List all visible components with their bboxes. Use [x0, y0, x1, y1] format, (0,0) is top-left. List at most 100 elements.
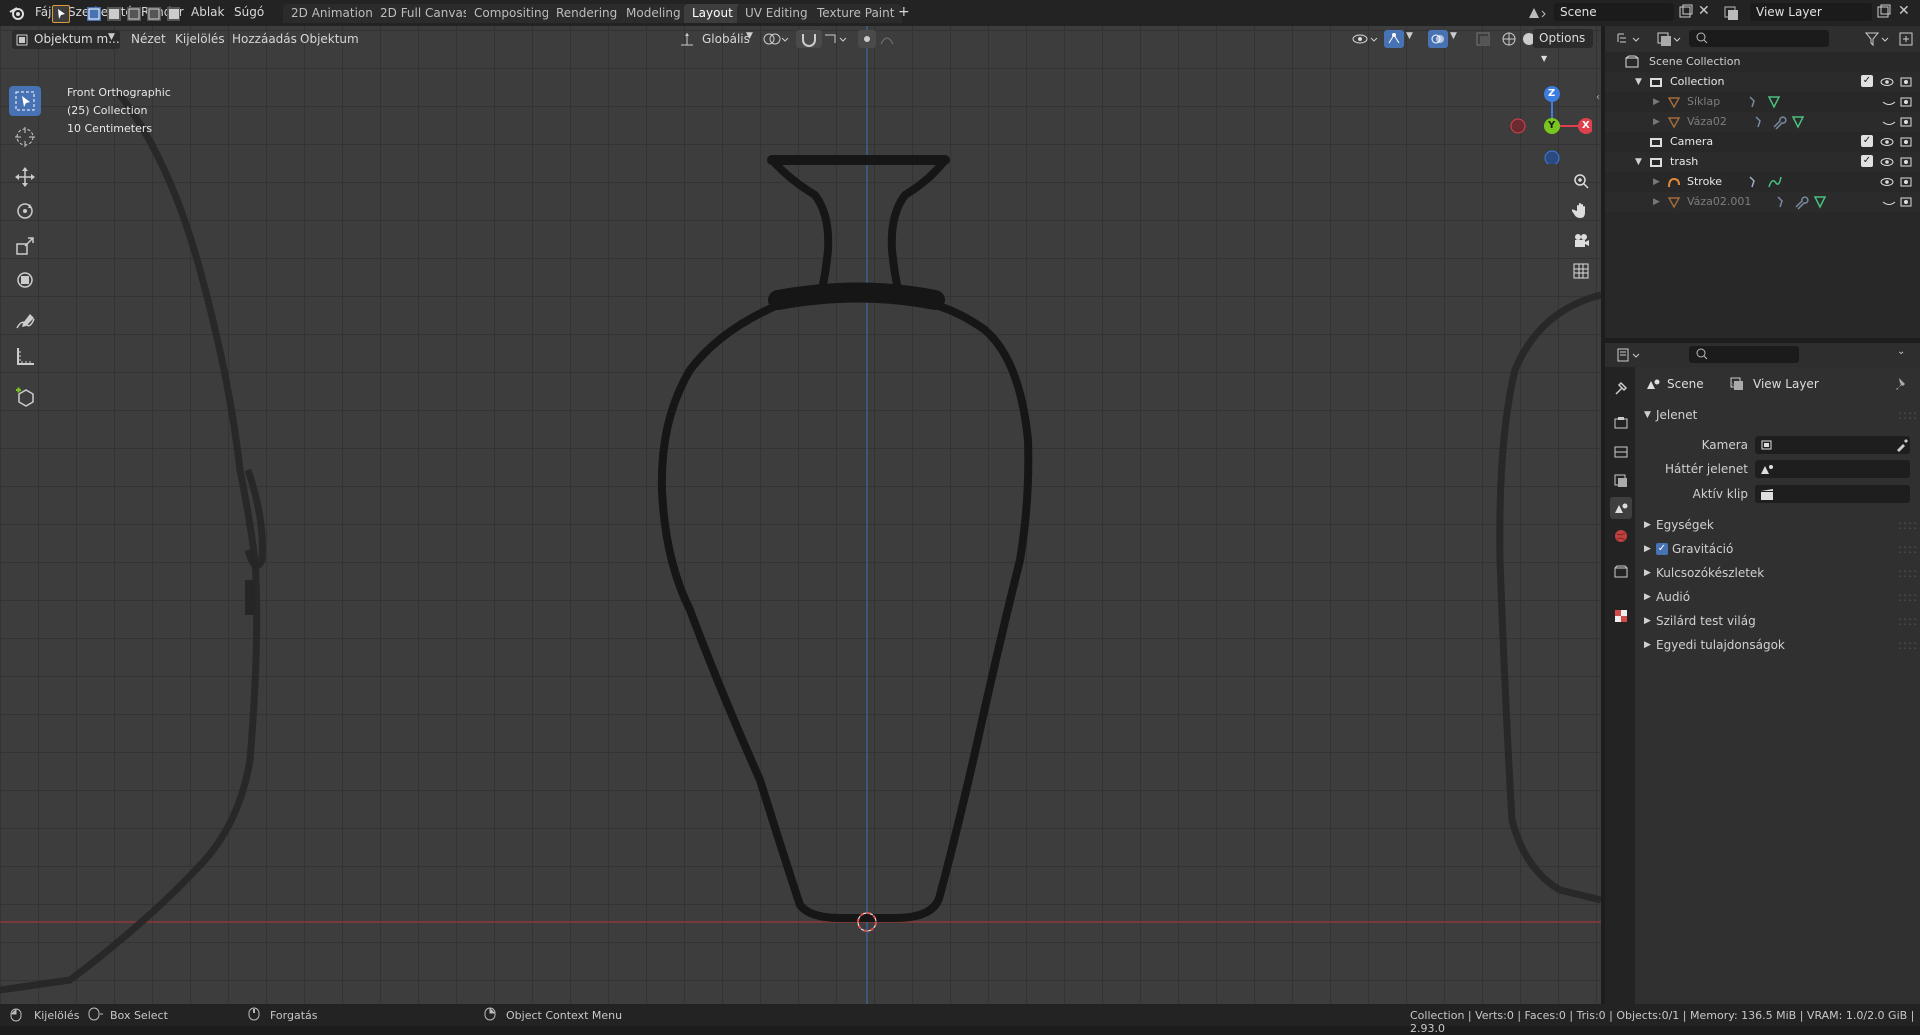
camera-render-icon[interactable] [1898, 192, 1914, 212]
tool-settings-tab-icon[interactable] [1610, 377, 1632, 399]
checkbox-icon[interactable]: ✓ [1861, 135, 1873, 147]
checkbox-icon[interactable]: ✓ [1861, 75, 1873, 87]
drag-handle-icon[interactable]: :::: [1898, 538, 1918, 560]
gravity-panel-header[interactable]: ▶ ✓ Gravitáció :::: [1640, 538, 1918, 560]
menu-object[interactable]: Objektum [300, 30, 359, 48]
view-layer-field[interactable]: View Layer [1750, 3, 1872, 21]
tab-compositing[interactable]: Compositing [466, 4, 558, 23]
tool-add-cube-icon[interactable] [9, 382, 41, 412]
outliner-row[interactable]: ▼ trash ✓ [1605, 152, 1920, 172]
tab-rendering[interactable]: Rendering [548, 4, 626, 23]
drag-handle-icon[interactable]: :::: [1898, 634, 1918, 656]
chevron-down-icon[interactable]: ▼ [1450, 31, 1457, 41]
scene-panel-header[interactable]: ▼ Jelenet :::: [1640, 404, 1918, 426]
transform-orientation-select[interactable]: Globális [702, 30, 750, 48]
menu-view[interactable]: Nézet [131, 30, 166, 48]
tab-modeling[interactable]: Modeling [618, 4, 689, 23]
outliner-row[interactable]: Camera ✓ [1605, 132, 1920, 152]
tool-transform-icon[interactable] [9, 265, 41, 295]
camera-render-icon[interactable] [1898, 152, 1914, 172]
properties-search-input[interactable] [1689, 346, 1799, 363]
gravity-checkbox[interactable]: ✓ [1656, 543, 1668, 555]
eye-icon[interactable] [1879, 172, 1895, 192]
xray-toggle-icon[interactable] [1474, 30, 1492, 48]
eye-icon[interactable] [1879, 152, 1895, 172]
eyedropper-icon[interactable] [1895, 438, 1909, 452]
tool-measure-icon[interactable] [9, 341, 41, 371]
add-workspace-button[interactable]: + [898, 4, 910, 20]
menu-select[interactable]: Kijelölés [175, 30, 225, 48]
hidden-eye-icon[interactable] [1881, 192, 1897, 212]
tab-layout[interactable]: Layout [684, 4, 741, 23]
scene-tab-icon[interactable] [1610, 497, 1632, 519]
checkbox-icon[interactable]: ✓ [1861, 155, 1873, 167]
collection-tab-icon[interactable] [1610, 561, 1632, 583]
disclosure-triangle-icon[interactable]: ▶ [1653, 172, 1660, 192]
scene-icon[interactable] [1526, 4, 1548, 22]
mode-selector[interactable]: Objektum m... ▼ [12, 30, 120, 49]
select-cursor-icon[interactable] [52, 5, 70, 23]
hidden-eye-icon[interactable] [1881, 112, 1897, 132]
eye-icon[interactable] [1879, 132, 1895, 152]
zoom-icon[interactable] [1568, 168, 1594, 194]
disclosure-triangle-icon[interactable]: ▶ [1653, 192, 1660, 212]
snap-target-icon[interactable] [822, 30, 850, 48]
outliner-row[interactable]: ▶ Síklap [1605, 92, 1920, 112]
outliner-row[interactable]: ▶ Váza02.001 [1605, 192, 1920, 212]
rigid-body-world-panel-header[interactable]: ▶ Szilárd test világ :::: [1640, 610, 1917, 632]
tool-annotate-icon[interactable] [9, 307, 41, 337]
sidebar-toggle-icon[interactable]: ‹ [1596, 92, 1600, 103]
active-clip-field[interactable] [1755, 485, 1910, 503]
visibility-icon[interactable] [1350, 30, 1380, 48]
view-layer-icon[interactable] [1722, 4, 1744, 22]
drag-handle-icon[interactable]: :::: [1898, 586, 1918, 608]
new-scene-icon[interactable] [1678, 4, 1694, 20]
camera-render-icon[interactable] [1898, 72, 1914, 92]
delete-view-layer-icon[interactable]: ✕ [1898, 3, 1910, 19]
filter-icon[interactable] [1863, 30, 1893, 48]
output-tab-icon[interactable] [1610, 441, 1632, 463]
render-tab-icon[interactable] [1610, 412, 1632, 434]
outliner-search-input[interactable] [1689, 30, 1829, 47]
disclosure-triangle-icon[interactable]: ▼ [1635, 72, 1642, 92]
disclosure-triangle-icon[interactable]: ▼ [1635, 152, 1642, 172]
drag-handle-icon[interactable]: :::: [1898, 404, 1918, 426]
units-panel-header[interactable]: ▶ Egységek :::: [1640, 514, 1918, 536]
keying-sets-panel-header[interactable]: ▶ Kulcsozókészletek :::: [1640, 562, 1918, 584]
camera-view-icon[interactable] [1568, 228, 1594, 254]
world-tab-icon[interactable] [1610, 525, 1632, 547]
chevron-down-icon[interactable]: ▼ [1406, 31, 1413, 41]
overlays-toggle-icon[interactable] [1428, 30, 1448, 48]
hidden-eye-icon[interactable] [1881, 92, 1897, 112]
drag-handle-icon[interactable]: :::: [1898, 514, 1918, 536]
tool-scale-icon[interactable] [9, 231, 41, 261]
drag-handle-icon[interactable]: :::: [1898, 562, 1918, 584]
menu-add[interactable]: Hozzáadás [232, 30, 297, 48]
falloff-icon[interactable] [878, 30, 906, 48]
tab-texture-paint[interactable]: Texture Paint [809, 4, 903, 23]
transform-orientation-icon[interactable] [678, 30, 696, 48]
disclosure-triangle-icon[interactable]: ▶ [1653, 112, 1660, 132]
delete-scene-icon[interactable]: ✕ [1698, 3, 1710, 19]
camera-render-icon[interactable] [1898, 92, 1914, 112]
scene-name-field[interactable]: Scene [1554, 3, 1674, 21]
pin-icon[interactable] [1895, 376, 1909, 392]
camera-render-icon[interactable] [1898, 172, 1914, 192]
gizmo-toggle-icon[interactable] [1384, 30, 1404, 48]
eye-icon[interactable] [1879, 72, 1895, 92]
camera-render-icon[interactable] [1898, 132, 1914, 152]
tool-select-box-icon[interactable] [9, 86, 41, 116]
pivot-point-icon[interactable] [762, 30, 790, 48]
pan-hand-icon[interactable] [1568, 198, 1594, 224]
outliner-scene-collection[interactable]: Scene Collection [1605, 52, 1920, 72]
texture-tab-icon[interactable] [1610, 605, 1632, 627]
disclosure-triangle-icon[interactable]: ▶ [1653, 92, 1660, 112]
tool-rotate-icon[interactable] [9, 196, 41, 226]
outliner-row[interactable]: ▶ Váza02 [1605, 112, 1920, 132]
new-view-layer-icon[interactable] [1876, 4, 1892, 20]
3d-viewport[interactable] [0, 26, 1601, 1014]
chevron-down-icon[interactable]: ⌄ [1897, 346, 1905, 357]
blender-logo-icon[interactable] [8, 4, 26, 22]
proportional-edit-icon[interactable] [858, 30, 876, 48]
outliner-row[interactable]: ▶ Stroke [1605, 172, 1920, 192]
